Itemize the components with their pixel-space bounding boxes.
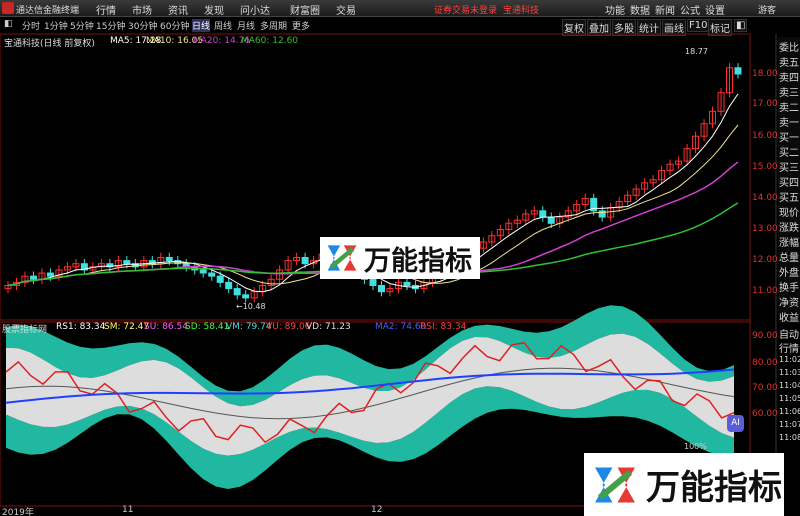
time-label: 11:04 <box>779 381 800 390</box>
ma2-value: MA2: 74.60 <box>375 322 427 332</box>
side-label: 卖五 <box>779 58 799 69</box>
side-label: 买五 <box>779 193 799 204</box>
indicator-name: 股票指标网 <box>2 325 48 335</box>
candle <box>547 216 555 224</box>
side-label: 委比 <box>779 43 799 54</box>
time-label: 11:08 <box>779 433 800 442</box>
su-value: SU: 86.54 <box>144 322 188 332</box>
watermark-logo-icon <box>327 245 357 271</box>
candle <box>734 67 742 75</box>
side-label: 净资 <box>779 298 799 309</box>
time-label: 11:06 <box>779 407 800 416</box>
candle <box>216 275 224 283</box>
watermark-text: 万能指标 <box>364 245 472 277</box>
candle <box>377 284 385 293</box>
indicator-info-bar: 股票指标网 RS1: 83.34 SM: 72.47 SU: 86.54 SD:… <box>0 322 750 335</box>
trading-app-window: { "app":{"title":"通达信金融终端"}, "menus":["行… <box>0 0 800 516</box>
vd-value: VD: 71.23 <box>306 322 351 332</box>
watermark-center: 万能指标 <box>320 237 480 279</box>
watermark-corner: 万能指标 <box>584 453 784 516</box>
side-label: 收益 <box>779 313 799 324</box>
side-label: 买二 <box>779 148 799 159</box>
quote-side-panel: 委比 卖五 卖四 卖三 卖二 卖一 买一 买二 买三 买四 买五 现价 涨跌 涨… <box>778 37 800 324</box>
price-label: 16.00 <box>752 131 778 141</box>
candle <box>403 281 411 286</box>
candle <box>242 294 250 299</box>
side-label: 卖二 <box>779 103 799 114</box>
candle <box>225 281 233 290</box>
side-label: 卖一 <box>779 118 799 129</box>
candle <box>208 272 216 277</box>
side-label: 卖三 <box>779 88 799 99</box>
price-label: 11.00 <box>752 286 778 296</box>
candle <box>123 260 131 265</box>
side-label: 涨幅 <box>779 238 799 249</box>
candle <box>46 272 54 277</box>
low-price-marker: ←10.48 <box>236 302 266 311</box>
price-label: 12.00 <box>752 255 778 265</box>
price-label: 15.00 <box>752 162 778 172</box>
zoom-label: 100% <box>684 442 707 451</box>
candle <box>29 275 37 280</box>
candle <box>199 269 207 274</box>
price-label: 18.00 <box>752 69 778 79</box>
candle <box>233 288 241 296</box>
rs1-value: RS1: 83.34 <box>56 322 106 332</box>
price-label: 17.00 <box>752 99 778 109</box>
high-price-marker: 18.77 <box>685 47 708 56</box>
watermark-logo-icon <box>595 467 635 502</box>
side2-label[interactable]: 行情 <box>779 340 799 355</box>
indicator-label: 90.00 <box>752 331 778 341</box>
indicator-label: 80.00 <box>752 358 778 368</box>
side-label: 卖四 <box>779 73 799 84</box>
tick-side-panel: 自动 行情 11:02 11:03 11:04 11:05 11:06 11:0… <box>778 324 800 444</box>
ai-assistant-button[interactable]: AI <box>727 415 744 432</box>
side-label: 买一 <box>779 133 799 144</box>
side-label: 现价 <box>779 208 799 219</box>
vu-value: VU: 89.06 <box>266 322 311 332</box>
side2-label[interactable]: 自动 <box>779 326 799 341</box>
side-label: 换手 <box>779 283 799 294</box>
side-label: 外盘 <box>779 268 799 279</box>
date-label: 12 <box>371 505 383 515</box>
sd-value: SD: 58.41 <box>185 322 230 332</box>
side-label: 买四 <box>779 178 799 189</box>
side-label: 买三 <box>779 163 799 174</box>
rsi-value: RSI: 83.34 <box>420 322 467 332</box>
candle <box>369 278 377 286</box>
indicator-label: 60.00 <box>752 409 778 419</box>
date-label: 2019年 <box>2 508 34 516</box>
time-label: 11:07 <box>779 420 800 429</box>
candle <box>539 210 547 218</box>
price-label: 14.00 <box>752 193 778 203</box>
candle <box>301 256 309 265</box>
watermark-text: 万能指标 <box>646 468 782 508</box>
date-label: 11 <box>122 505 134 515</box>
price-label: 13.00 <box>752 224 778 234</box>
time-label: 11:03 <box>779 368 800 377</box>
sm-value: SM: 72.47 <box>104 322 150 332</box>
time-label: 11:02 <box>779 355 800 364</box>
time-label: 11:05 <box>779 394 800 403</box>
indicator-label: 70.00 <box>752 383 778 393</box>
candle <box>165 256 173 262</box>
side-label: 总量 <box>779 253 799 264</box>
side-label: 涨跌 <box>779 223 799 234</box>
vm-value: VM: 79.74 <box>226 322 272 332</box>
